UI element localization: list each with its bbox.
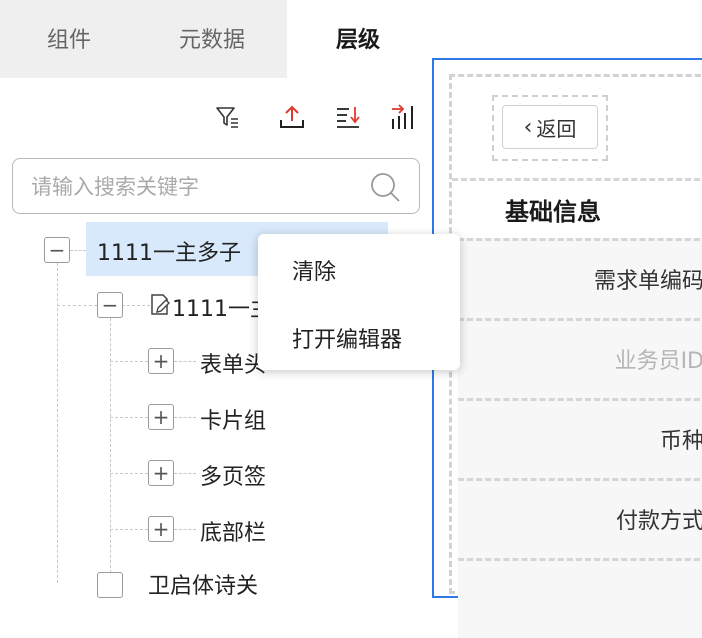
form-field[interactable]: 币种 <box>458 398 702 478</box>
upload-icon[interactable] <box>277 100 307 134</box>
tab-metadata[interactable]: 元数据 <box>179 22 245 54</box>
collapse-toggle[interactable] <box>97 572 123 598</box>
context-menu: 清除 打开编辑器 <box>258 234 460 370</box>
expand-toggle[interactable]: + <box>148 516 174 542</box>
back-label: 返回 <box>536 116 577 141</box>
form-field[interactable] <box>458 558 702 638</box>
field-label: 业务员ID <box>614 349 702 374</box>
field-label: 需求单编码 <box>593 269 702 294</box>
field-label: 付款方式 <box>615 509 702 534</box>
tree-node-item[interactable]: 底部栏 <box>200 515 266 547</box>
expand-toggle[interactable]: + <box>148 348 174 374</box>
field-label: 币种 <box>659 429 702 454</box>
chevron-left-icon: ‹ <box>523 114 533 140</box>
sort-icon[interactable] <box>333 100 363 134</box>
form-field[interactable]: 业务员ID <box>458 318 702 398</box>
tree-node-partial[interactable]: 卫启体诗关 <box>148 568 258 600</box>
expand-toggle[interactable]: + <box>148 460 174 486</box>
menu-item-clear[interactable]: 清除 <box>292 254 336 286</box>
edit-document-icon <box>151 294 170 315</box>
export-icon[interactable] <box>387 100 417 134</box>
tree-node-root[interactable]: 1111一主多子 <box>97 235 241 267</box>
tree-node-child[interactable]: 1111一主 <box>172 291 272 323</box>
section-title: 基础信息 <box>505 198 601 226</box>
tab-components[interactable]: 组件 <box>47 22 91 54</box>
filter-icon[interactable] <box>212 100 242 134</box>
collapse-toggle[interactable]: − <box>97 292 123 318</box>
search-icon[interactable] <box>369 171 401 203</box>
form-field[interactable]: 需求单编码 <box>458 238 702 318</box>
back-button[interactable]: ‹ 返回 <box>502 105 598 149</box>
collapse-toggle[interactable]: − <box>44 237 70 263</box>
expand-toggle[interactable]: + <box>148 404 174 430</box>
tree-node-item[interactable]: 多页签 <box>200 459 266 491</box>
tree-node-item[interactable]: 卡片组 <box>200 403 266 435</box>
tab-hierarchy[interactable]: 层级 <box>336 22 380 54</box>
form-field[interactable]: 付款方式 <box>458 478 702 558</box>
search-box <box>12 158 420 214</box>
search-input[interactable] <box>29 169 353 205</box>
menu-item-open-editor[interactable]: 打开编辑器 <box>292 322 402 354</box>
tree-node-item[interactable]: 表单头 <box>200 347 266 379</box>
